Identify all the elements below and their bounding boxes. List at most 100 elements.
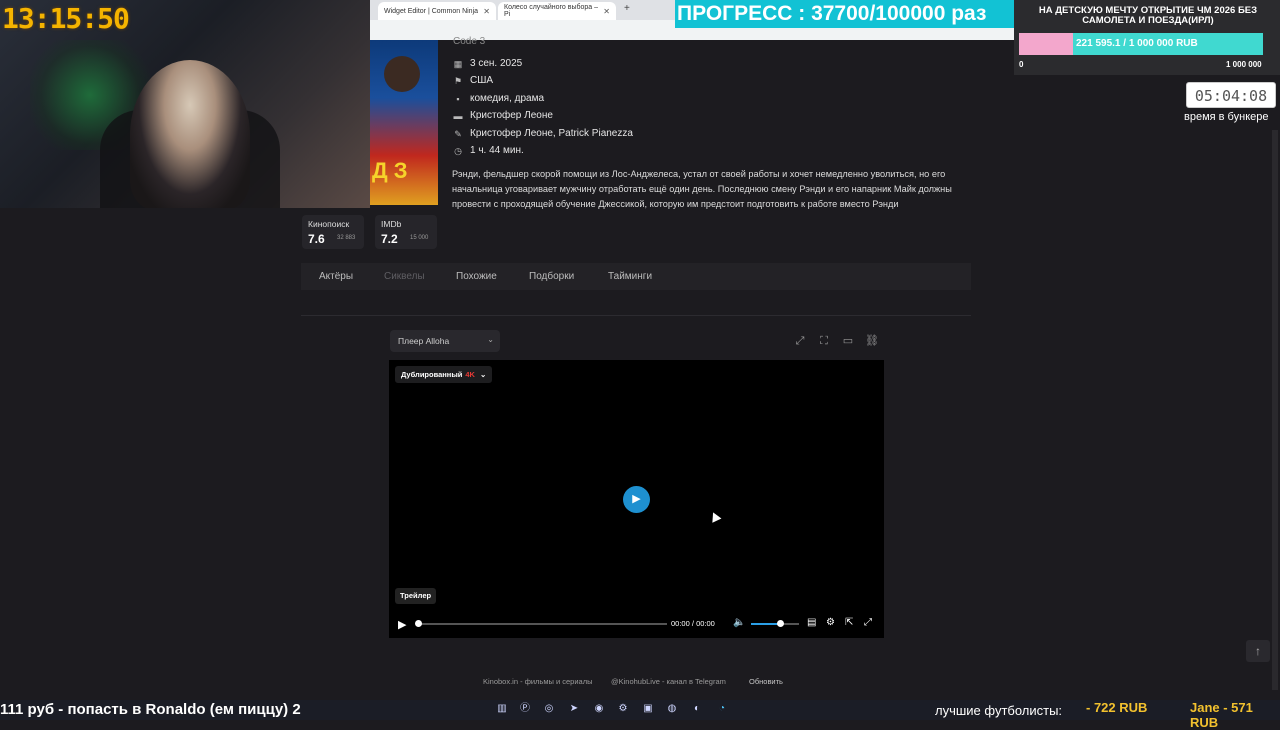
- country-row: ⚑ США: [453, 75, 493, 86]
- subtitles-icon[interactable]: ▤: [807, 617, 816, 628]
- tab-label: Widget Editor | Common Ninja: [384, 7, 479, 15]
- close-tab-icon[interactable]: ✕: [483, 7, 490, 16]
- tab-timings[interactable]: Тайминги: [608, 271, 652, 282]
- volume-level: [751, 623, 780, 625]
- volume-handle[interactable]: [777, 620, 784, 627]
- notes-app-icon[interactable]: ▥: [496, 703, 508, 715]
- play-button-large[interactable]: ▶: [623, 486, 650, 513]
- popout-icon[interactable]: ⇱: [845, 617, 853, 628]
- pencil-icon: ✎: [454, 128, 462, 139]
- time-current: 00:00: [671, 619, 690, 628]
- volume-icon[interactable]: 🔈: [733, 617, 745, 628]
- clock-icon: ◷: [454, 145, 462, 156]
- vpn-app-icon[interactable]: ◉: [593, 703, 605, 715]
- donation-goal-amount: 221 595.1 / 1 000 000 RUB: [1076, 38, 1198, 49]
- link-icon[interactable]: ⛓: [864, 333, 880, 349]
- stream-clock: 13:15:50: [2, 2, 130, 35]
- gear-icon[interactable]: ⚙: [617, 703, 629, 715]
- donation-leader-amount: - 722 RUB: [1086, 700, 1148, 715]
- duration: 1 ч. 44 мин.: [470, 145, 524, 156]
- tab-actors[interactable]: Актёры: [319, 271, 353, 282]
- tab-similar[interactable]: Похожие: [456, 271, 497, 282]
- page-scrollbar[interactable]: [1272, 130, 1278, 690]
- movie-original-title: Code 3: [453, 36, 486, 47]
- duration-row: ◷ 1 ч. 44 мин.: [453, 145, 524, 156]
- tab-sequels[interactable]: Сиквелы: [384, 271, 425, 282]
- rating-imdb[interactable]: IMDb 7.2 15 000: [375, 215, 437, 249]
- rating-kinopoisk[interactable]: Кинопоиск 7.6 32 883: [302, 215, 364, 249]
- donation-goal-max: 1 000 000: [1226, 60, 1262, 69]
- footer-telegram-link[interactable]: @KinohubLive - канал в Telegram: [611, 677, 726, 686]
- chevron-down-icon: ⌄: [487, 335, 494, 344]
- steam-app-icon[interactable]: ◎: [543, 703, 555, 715]
- time-total: 00:00: [696, 619, 715, 628]
- footer-site-link[interactable]: Kinobox.in - фильмы и сериалы: [483, 677, 592, 686]
- time-display: 00:00 / 00:00: [671, 619, 715, 628]
- rating-score: 7.2: [381, 232, 398, 246]
- donation-goal-min: 0: [1019, 60, 1024, 69]
- director[interactable]: Кристофер Леоне: [470, 110, 553, 121]
- player-select-value: Плеер Alloha: [398, 336, 450, 346]
- donation-leader-user: Jane - 571 RUB: [1190, 700, 1253, 730]
- premiere-app-icon[interactable]: Ⓟ: [519, 703, 531, 715]
- footer-refresh-button[interactable]: Обновить: [749, 677, 783, 686]
- rating-votes: 32 883: [337, 235, 356, 241]
- comment-icon[interactable]: ▭: [840, 333, 856, 349]
- time-separator: /: [691, 619, 694, 628]
- seek-handle[interactable]: [415, 620, 422, 627]
- genre-row: ▪ комедия, драма: [453, 93, 544, 104]
- new-tab-button[interactable]: +: [624, 3, 630, 14]
- rating-source: IMDb: [381, 219, 402, 229]
- writers-row: ✎ Кристофер Леоне, Patrick Pianezza: [453, 128, 633, 139]
- webcam-streamer: [130, 60, 250, 208]
- donation-leaders-label: лучшие футболисты:: [935, 703, 1063, 718]
- poster-title-text: Д З: [372, 158, 408, 183]
- expand-icon[interactable]: ⤢: [792, 333, 808, 349]
- writers[interactable]: Кристофер Леоне, Patrick Pianezza: [470, 128, 633, 139]
- fullscreen-icon[interactable]: ⛶: [816, 333, 832, 349]
- trailer-badge: Трейлер: [395, 588, 437, 604]
- director-row: ▬ Кристофер Леоне: [453, 110, 553, 121]
- donation-goal-title: НА ДЕТСКУЮ МЕЧТУ ОТКРЫТИЕ ЧМ 2026 БЕЗ СА…: [1038, 5, 1258, 26]
- release-date-row: ▦ 3 сен. 2025: [453, 58, 523, 69]
- quality-badge: 4K: [465, 370, 475, 379]
- bunker-timer: 05:04:08: [1186, 82, 1276, 108]
- player-select[interactable]: Плеер Alloha ⌄: [390, 330, 500, 352]
- movie-tabs: Актёры Сиквелы Похожие Подборки Тайминги: [301, 263, 971, 290]
- gear-icon[interactable]: ⚙: [826, 617, 835, 628]
- poster-face: [384, 56, 420, 92]
- director-icon: ▬: [453, 110, 463, 121]
- edge-browser-icon[interactable]: ◔: [716, 703, 728, 715]
- movie-description: Рэнди, фельдшер скорой помощи из Лос-Анд…: [452, 169, 952, 209]
- obs-app-icon[interactable]: ◐: [691, 703, 703, 715]
- rating-source: Кинопоиск: [308, 219, 350, 229]
- tab-label: Колесо случайного выбора – Pi: [504, 4, 599, 18]
- chevron-down-icon: ⌄: [479, 370, 487, 379]
- browser-tab-widget-editor[interactable]: Widget Editor | Common Ninja ✕: [378, 2, 496, 20]
- play-icon[interactable]: ▶: [398, 618, 406, 631]
- genres[interactable]: комедия, драма: [470, 93, 544, 104]
- bunker-label: время в бункере: [1184, 111, 1269, 123]
- rating-score: 7.6: [308, 232, 325, 246]
- donation-ticker: 111 руб - попасть в Ronaldo (ем пиццу) 2: [0, 701, 301, 718]
- calendar-icon: ▦: [453, 58, 463, 69]
- fullscreen-icon[interactable]: ⤢: [864, 617, 872, 628]
- discord-app-icon[interactable]: ◍: [666, 703, 678, 715]
- flag-icon: ⚑: [453, 75, 463, 86]
- dub-select[interactable]: Дублированный 4K ⌄: [395, 366, 493, 383]
- section-divider: [301, 315, 971, 316]
- app-icon[interactable]: ▣: [642, 703, 654, 715]
- progress-banner: ПРОГРЕСС : 37700/100000 раз: [675, 0, 1018, 28]
- scroll-to-top-button[interactable]: ↑: [1246, 640, 1270, 662]
- country[interactable]: США: [470, 75, 493, 86]
- movie-poster[interactable]: Д З: [370, 40, 438, 205]
- telegram-app-icon[interactable]: ➤: [568, 703, 580, 715]
- genre-icon: ▪: [456, 93, 460, 104]
- browser-tab-wheel[interactable]: Колесо случайного выбора – Pi ✕: [498, 2, 616, 20]
- tab-collections[interactable]: Подборки: [529, 271, 574, 282]
- dub-label: Дублированный: [401, 370, 463, 379]
- close-tab-icon[interactable]: ✕: [603, 7, 610, 16]
- release-date: 3 сен. 2025: [470, 58, 523, 69]
- seek-bar[interactable]: [418, 623, 667, 625]
- donation-goal-fill: [1019, 33, 1073, 55]
